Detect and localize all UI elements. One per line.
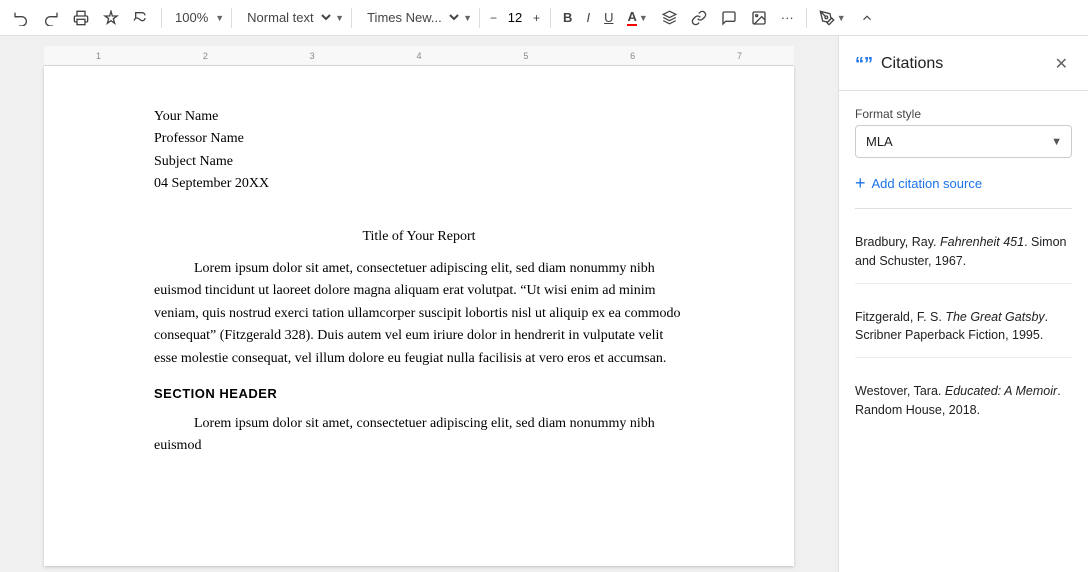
citation-3-italic: Educated: A Memoir: [945, 384, 1057, 398]
font-size-input[interactable]: 12: [500, 10, 530, 25]
ruler-mark-3: 3: [310, 51, 315, 61]
page-content: Your Name Professor Name Subject Name 04…: [154, 106, 684, 457]
redo-button[interactable]: [38, 7, 64, 29]
ruler-mark-4: 4: [416, 51, 421, 61]
close-sidebar-button[interactable]: ✕: [1051, 50, 1072, 78]
document-page[interactable]: Your Name Professor Name Subject Name 04…: [44, 66, 794, 566]
divider-6: [806, 8, 807, 28]
text-style-dropdown[interactable]: Normal text ▼: [239, 6, 344, 29]
font-family-dropdown[interactable]: Times New... ▼: [359, 6, 472, 29]
collapse-toolbar-button[interactable]: [855, 8, 879, 28]
font-size-decrease[interactable]: −: [487, 9, 500, 27]
image-button[interactable]: [746, 7, 772, 29]
zoom-control[interactable]: 100% ▼: [169, 7, 224, 28]
citation-2-italic: The Great Gatsby: [945, 310, 1044, 324]
document-date: 04 September 20XX: [154, 176, 269, 191]
document-area: 1 2 3 4 5 6 7 Your Name Professor Name: [0, 36, 838, 572]
ruler-marks: 1 2 3 4 5 6 7: [96, 51, 742, 61]
citation-1-italic: Fahrenheit 451: [940, 235, 1024, 249]
ruler-mark-5: 5: [523, 51, 528, 61]
font-family-arrow: ▼: [463, 13, 472, 23]
sidebar-title: Citations: [881, 55, 943, 73]
citation-list-divider: [855, 208, 1072, 209]
zoom-arrow: ▼: [215, 13, 224, 23]
sidebar-body: Format style MLA APA Chicago ▼ + Add cit…: [839, 91, 1088, 448]
date-line: 04 September 20XX: [154, 173, 684, 195]
pen-mode-button[interactable]: ▼: [814, 7, 851, 29]
italic-button[interactable]: I: [581, 7, 595, 28]
print-button[interactable]: [68, 7, 94, 29]
paragraph-2: Lorem ipsum dolor sit amet, consectetuer…: [154, 413, 684, 458]
subject-line: Subject Name: [154, 151, 684, 173]
citation-item-1: Bradbury, Ray. Fahrenheit 451. Simon and…: [855, 221, 1072, 284]
text-style-arrow: ▼: [335, 13, 344, 23]
format-paint-button[interactable]: [128, 7, 154, 29]
paragraph-1: Lorem ipsum dolor sit amet, consectetuer…: [154, 258, 684, 370]
format-style-label: Format style: [855, 107, 1072, 121]
citation-quote-icon: “”: [855, 54, 873, 75]
sidebar-header: “” Citations ✕: [839, 36, 1088, 91]
professor-line: Professor Name: [154, 128, 684, 150]
main-layout: 1 2 3 4 5 6 7 Your Name Professor Name: [0, 36, 1088, 572]
citations-sidebar: “” Citations ✕ Format style MLA APA Chic…: [838, 36, 1088, 572]
divider-4: [479, 8, 480, 28]
ruler-mark-1: 1: [96, 51, 101, 61]
format-style-section: Format style MLA APA Chicago ▼: [855, 107, 1072, 158]
citation-item-3: Westover, Tara. Educated: A Memoir. Rand…: [855, 370, 1072, 432]
font-size-increase[interactable]: +: [530, 9, 543, 27]
format-style-select[interactable]: MLA APA Chicago: [855, 125, 1072, 158]
highlight-button[interactable]: [657, 7, 682, 28]
divider-1: [161, 8, 162, 28]
subject-name: Subject Name: [154, 154, 233, 169]
citation-1-before: Bradbury, Ray.: [855, 235, 940, 249]
ruler: 1 2 3 4 5 6 7: [44, 46, 794, 66]
citation-2-before: Fitzgerald, F. S.: [855, 310, 945, 324]
author-name: Your Name: [154, 109, 218, 124]
ruler-mark-6: 6: [630, 51, 635, 61]
ruler-container: 1 2 3 4 5 6 7: [44, 46, 794, 66]
zoom-value[interactable]: 100%: [169, 7, 214, 28]
comment-button[interactable]: [716, 7, 742, 29]
text-style-select[interactable]: Normal text: [239, 6, 334, 29]
bold-button[interactable]: B: [558, 7, 577, 28]
document-title: Title of Your Report: [154, 226, 684, 248]
ruler-mark-7: 7: [737, 51, 742, 61]
font-family-select[interactable]: Times New...: [359, 6, 462, 29]
author-name-line: Your Name: [154, 106, 684, 128]
more-button[interactable]: ···: [776, 7, 799, 28]
format-select-wrapper: MLA APA Chicago ▼: [855, 125, 1072, 158]
citation-3-before: Westover, Tara.: [855, 384, 945, 398]
underline-button[interactable]: U: [599, 7, 618, 28]
undo-button[interactable]: [8, 7, 34, 29]
sidebar-title-row: “” Citations: [855, 54, 943, 75]
add-citation-label: Add citation source: [872, 176, 983, 191]
divider-3: [351, 8, 352, 28]
spellcheck-button[interactable]: [98, 7, 124, 29]
font-size-control[interactable]: − 12 +: [487, 9, 543, 27]
text-color-button[interactable]: A ▼: [622, 6, 652, 29]
text-color-label: A: [627, 9, 636, 26]
ruler-mark-2: 2: [203, 51, 208, 61]
divider-5: [550, 8, 551, 28]
divider-2: [231, 8, 232, 28]
section-header: SECTION HEADER: [154, 384, 684, 405]
citation-item-2: Fitzgerald, F. S. The Great Gatsby. Scri…: [855, 296, 1072, 359]
professor-name: Professor Name: [154, 131, 244, 146]
add-icon: +: [855, 174, 866, 192]
link-button[interactable]: [686, 7, 712, 29]
add-citation-button[interactable]: + Add citation source: [855, 170, 1072, 196]
pen-arrow: ▼: [837, 13, 846, 23]
toolbar: 100% ▼ Normal text ▼ Times New... ▼ − 12…: [0, 0, 1088, 36]
text-color-arrow: ▼: [639, 13, 648, 23]
